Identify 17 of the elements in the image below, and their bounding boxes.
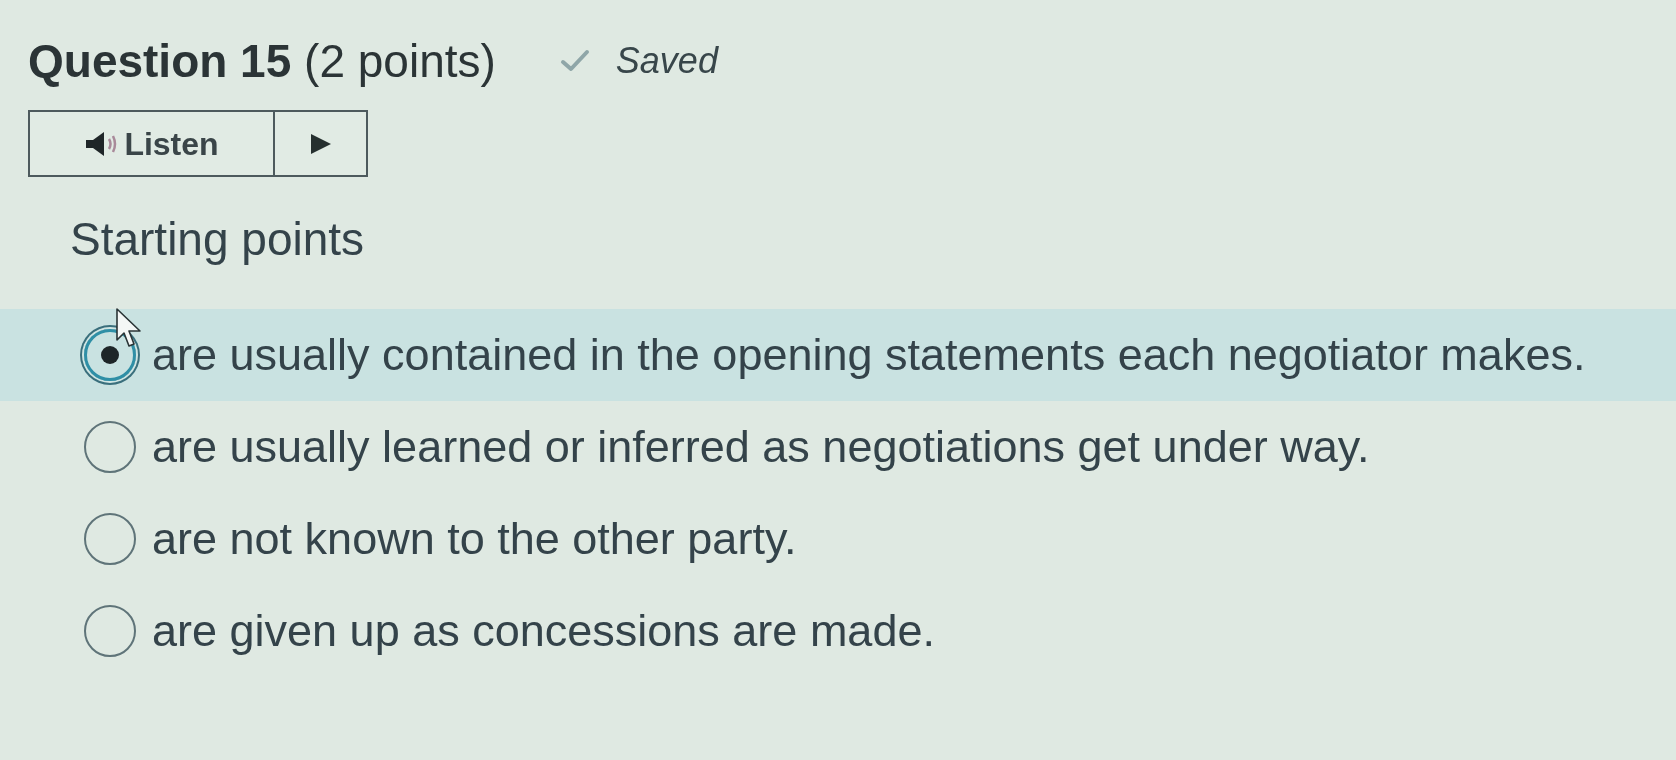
play-icon bbox=[309, 132, 332, 155]
check-icon bbox=[559, 49, 590, 73]
listen-button[interactable]: Listen bbox=[28, 110, 275, 177]
option-text: are usually contained in the opening statements each negotiator makes. bbox=[152, 329, 1586, 381]
radio-button[interactable] bbox=[84, 421, 136, 473]
option-text: are given up as concessions are made. bbox=[152, 605, 935, 657]
mouse-pointer-icon bbox=[116, 308, 142, 348]
question-title: Question 15 (2 points) bbox=[28, 34, 496, 88]
radio-button[interactable] bbox=[84, 605, 136, 657]
play-button[interactable] bbox=[275, 110, 368, 177]
option-text: are usually learned or inferred as negotiations get under way. bbox=[152, 421, 1370, 473]
radio-button[interactable] bbox=[84, 513, 136, 565]
option-text: are not known to the other party. bbox=[152, 513, 797, 565]
answer-option[interactable]: are usually contained in the opening statements each negotiator makes. bbox=[0, 309, 1676, 401]
speaker-icon bbox=[84, 130, 119, 157]
save-status: Saved bbox=[615, 39, 718, 83]
question-prompt: Starting points bbox=[70, 213, 365, 265]
